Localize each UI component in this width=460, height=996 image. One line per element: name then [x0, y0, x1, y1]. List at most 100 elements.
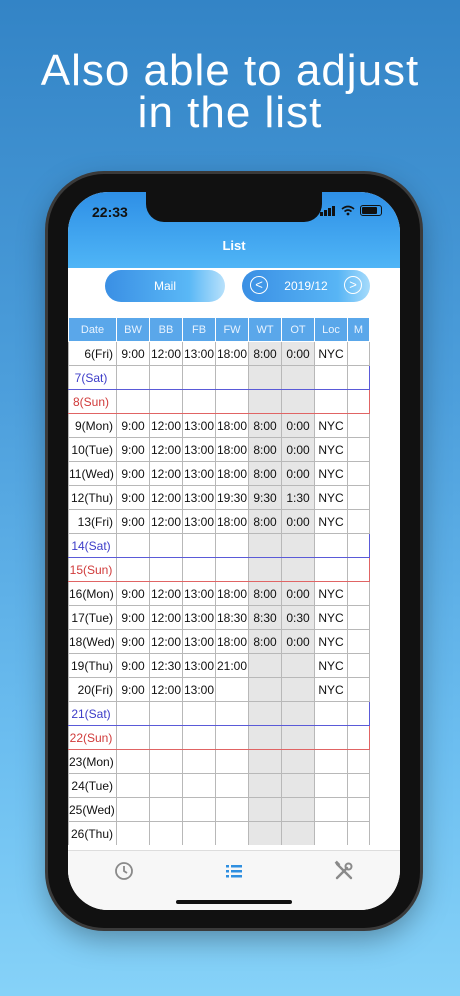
time-cell[interactable]: [347, 773, 370, 798]
time-cell[interactable]: [314, 557, 348, 582]
table-row[interactable]: 21(Sat): [68, 701, 370, 726]
date-cell[interactable]: 20(Fri): [68, 677, 117, 702]
table-row[interactable]: 6(Fri) 9:00 12:00 13:00 18:00 8:00 0:00 NYC: [68, 341, 370, 366]
time-cell[interactable]: [116, 557, 150, 582]
tab-tools[interactable]: [332, 859, 356, 883]
time-cell[interactable]: [347, 365, 370, 390]
time-cell[interactable]: 13:00: [182, 461, 216, 486]
time-cell[interactable]: [347, 509, 370, 534]
time-cell[interactable]: [314, 797, 348, 822]
time-cell[interactable]: [215, 533, 249, 558]
time-cell[interactable]: 8:00: [248, 413, 282, 438]
time-cell[interactable]: [215, 725, 249, 750]
time-cell[interactable]: 9:00: [116, 653, 150, 678]
table-row[interactable]: 20(Fri) 9:00 12:00 13:00 NYC: [68, 677, 370, 702]
time-cell[interactable]: [347, 629, 370, 654]
time-cell[interactable]: NYC: [314, 581, 348, 606]
mail-button[interactable]: Mail: [105, 270, 225, 302]
time-cell[interactable]: [182, 797, 216, 822]
date-cell[interactable]: 12(Thu): [68, 485, 117, 510]
time-cell[interactable]: 8:00: [248, 461, 282, 486]
time-cell[interactable]: [347, 581, 370, 606]
table-row[interactable]: 17(Tue) 9:00 12:00 13:00 18:30 8:30 0:30 NYC: [68, 605, 370, 630]
date-cell[interactable]: 10(Tue): [68, 437, 117, 462]
time-cell[interactable]: [248, 797, 282, 822]
time-cell[interactable]: [182, 533, 216, 558]
time-cell[interactable]: 12:00: [149, 629, 183, 654]
time-cell[interactable]: 12:00: [149, 485, 183, 510]
time-cell[interactable]: 12:30: [149, 653, 183, 678]
time-cell[interactable]: 18:00: [215, 509, 249, 534]
time-cell[interactable]: 9:00: [116, 485, 150, 510]
time-cell[interactable]: [215, 773, 249, 798]
time-cell[interactable]: 19:30: [215, 485, 249, 510]
time-cell[interactable]: 12:00: [149, 341, 183, 366]
time-cell[interactable]: 18:00: [215, 437, 249, 462]
time-cell[interactable]: 12:00: [149, 413, 183, 438]
time-cell[interactable]: [281, 797, 315, 822]
table-row[interactable]: 18(Wed) 9:00 12:00 13:00 18:00 8:00 0:00 NYC: [68, 629, 370, 654]
time-cell[interactable]: [116, 821, 150, 845]
time-cell[interactable]: 8:00: [248, 437, 282, 462]
date-cell[interactable]: 24(Tue): [68, 773, 117, 798]
time-cell[interactable]: [149, 725, 183, 750]
time-cell[interactable]: NYC: [314, 509, 348, 534]
time-cell[interactable]: 13:00: [182, 677, 216, 702]
time-cell[interactable]: 9:00: [116, 437, 150, 462]
time-cell[interactable]: [149, 749, 183, 774]
table-row[interactable]: 10(Tue) 9:00 12:00 13:00 18:00 8:00 0:00 NYC: [68, 437, 370, 462]
time-cell[interactable]: 9:00: [116, 605, 150, 630]
time-cell[interactable]: [281, 725, 315, 750]
table-row[interactable]: 23(Mon): [68, 749, 370, 774]
table-row[interactable]: 26(Thu): [68, 821, 370, 845]
time-cell[interactable]: 12:00: [149, 461, 183, 486]
time-cell[interactable]: 13:00: [182, 605, 216, 630]
time-cell[interactable]: 12:00: [149, 677, 183, 702]
time-cell[interactable]: [149, 797, 183, 822]
time-cell[interactable]: 12:00: [149, 437, 183, 462]
time-cell[interactable]: 0:00: [281, 341, 315, 366]
time-cell[interactable]: [347, 485, 370, 510]
time-cell[interactable]: NYC: [314, 341, 348, 366]
date-cell[interactable]: 9(Mon): [68, 413, 117, 438]
time-cell[interactable]: [116, 533, 150, 558]
time-cell[interactable]: [347, 557, 370, 582]
date-cell[interactable]: 23(Mon): [68, 749, 117, 774]
time-cell[interactable]: 18:00: [215, 413, 249, 438]
time-cell[interactable]: 18:00: [215, 629, 249, 654]
time-cell[interactable]: [314, 389, 348, 414]
date-cell[interactable]: 16(Mon): [68, 581, 117, 606]
time-cell[interactable]: 8:00: [248, 581, 282, 606]
date-cell[interactable]: 11(Wed): [68, 461, 117, 486]
time-cell[interactable]: [314, 365, 348, 390]
time-cell[interactable]: [281, 701, 315, 726]
time-cell[interactable]: [248, 533, 282, 558]
time-cell[interactable]: [116, 701, 150, 726]
tab-list[interactable]: [222, 859, 246, 883]
time-cell[interactable]: 12:00: [149, 581, 183, 606]
time-cell[interactable]: [215, 749, 249, 774]
time-cell[interactable]: [116, 797, 150, 822]
time-cell[interactable]: [149, 701, 183, 726]
time-cell[interactable]: [215, 797, 249, 822]
time-cell[interactable]: [248, 557, 282, 582]
time-cell[interactable]: [149, 557, 183, 582]
time-cell[interactable]: [248, 365, 282, 390]
time-cell[interactable]: [314, 821, 348, 845]
tab-clock[interactable]: [112, 859, 136, 883]
time-cell[interactable]: 8:30: [248, 605, 282, 630]
time-cell[interactable]: [149, 365, 183, 390]
time-cell[interactable]: [347, 701, 370, 726]
time-cell[interactable]: [347, 461, 370, 486]
date-cell[interactable]: 7(Sat): [68, 365, 117, 390]
time-cell[interactable]: 0:00: [281, 629, 315, 654]
time-cell[interactable]: 13:00: [182, 629, 216, 654]
time-cell[interactable]: [347, 653, 370, 678]
time-cell[interactable]: [314, 725, 348, 750]
time-cell[interactable]: 13:00: [182, 413, 216, 438]
date-cell[interactable]: 18(Wed): [68, 629, 117, 654]
date-cell[interactable]: 14(Sat): [68, 533, 117, 558]
time-cell[interactable]: [281, 389, 315, 414]
time-cell[interactable]: 8:00: [248, 341, 282, 366]
time-cell[interactable]: 0:00: [281, 461, 315, 486]
